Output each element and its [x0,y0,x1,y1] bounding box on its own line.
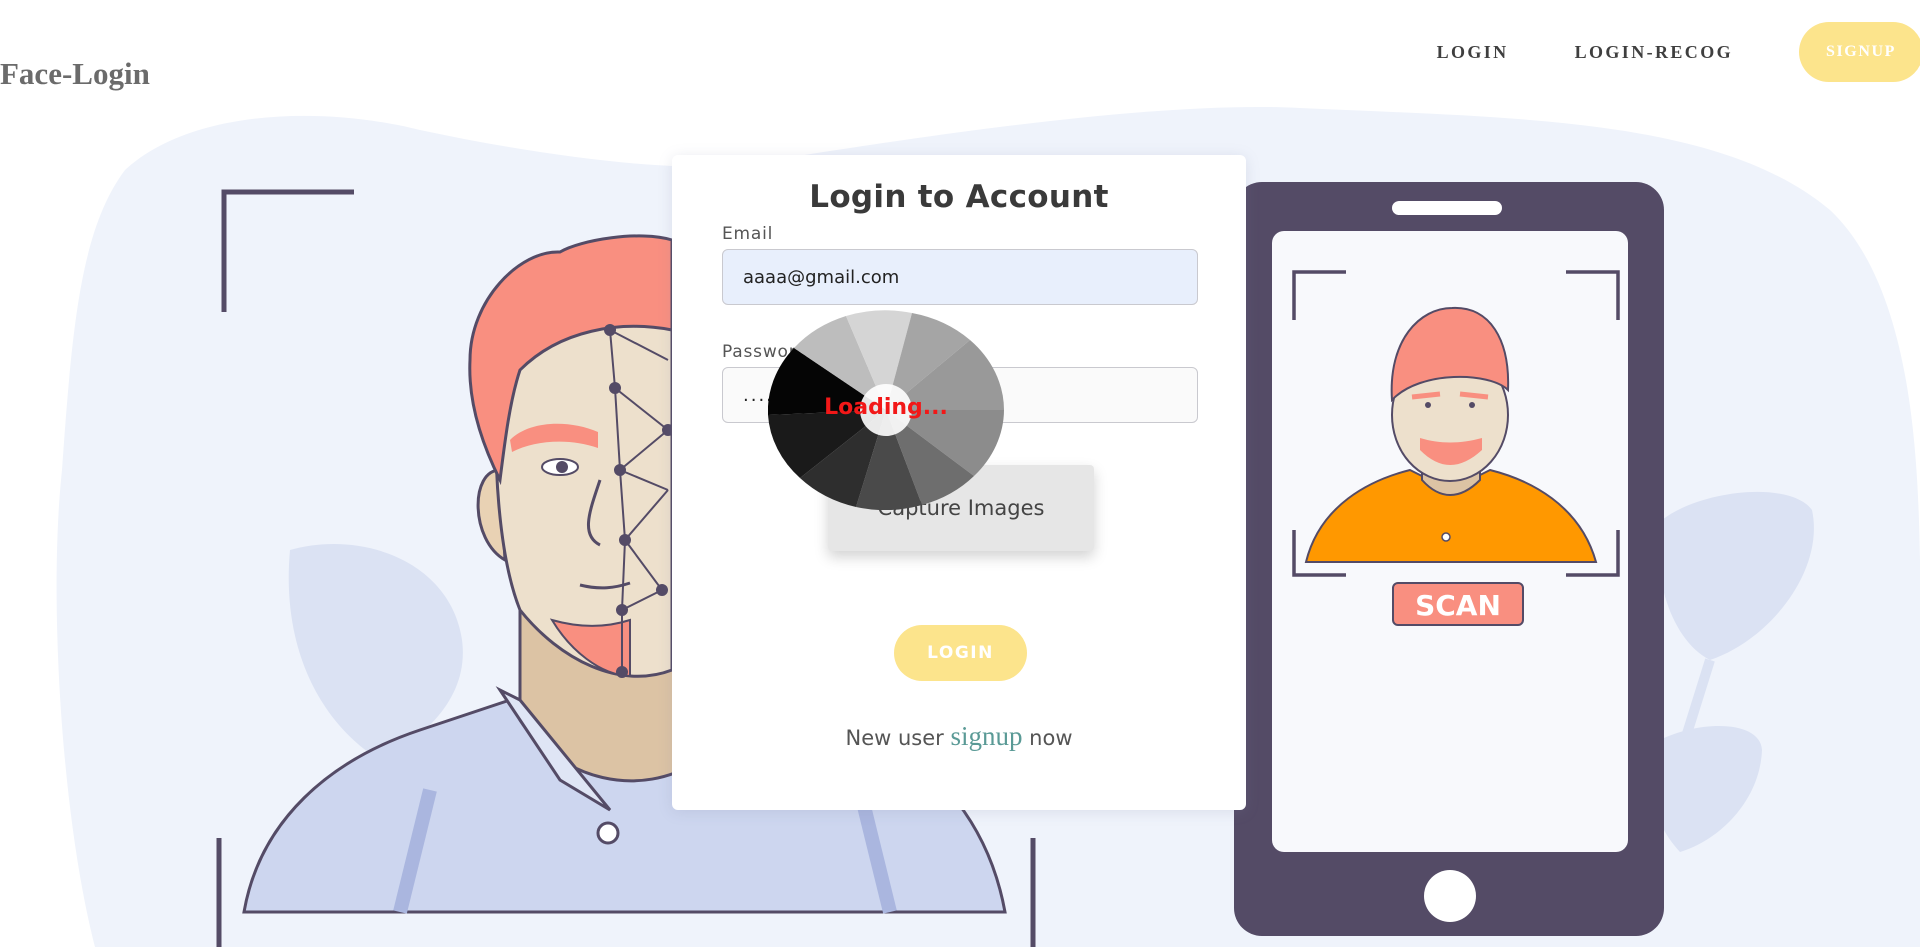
signup-prompt: New user signup now [672,721,1246,752]
loading-text: Loading... [824,395,948,420]
brand-logo[interactable]: Face-Login [0,52,150,96]
email-input[interactable] [722,249,1198,305]
nav-login-link[interactable]: LOGIN [1437,42,1509,63]
nav-signup-button[interactable]: SIGNUP [1799,22,1920,82]
page: SCAN Face-Login LOGIN LOGIN-RECOG SIGNUP… [0,0,1920,947]
scan-label: SCAN [1415,589,1501,622]
login-title: Login to Account [809,179,1109,215]
phone-illustration: SCAN [1234,182,1664,936]
nav-login-recog-link[interactable]: LOGIN-RECOG [1575,42,1733,63]
email-label: Email [722,224,774,244]
signup-prefix: New user [845,726,944,750]
signup-link[interactable]: signup [950,721,1022,751]
loading-overlay: Loading... [767,310,1004,511]
login-button[interactable]: LOGIN [894,625,1027,681]
signup-suffix: now [1029,726,1073,750]
top-nav: LOGIN LOGIN-RECOG SIGNUP [1437,22,1920,82]
